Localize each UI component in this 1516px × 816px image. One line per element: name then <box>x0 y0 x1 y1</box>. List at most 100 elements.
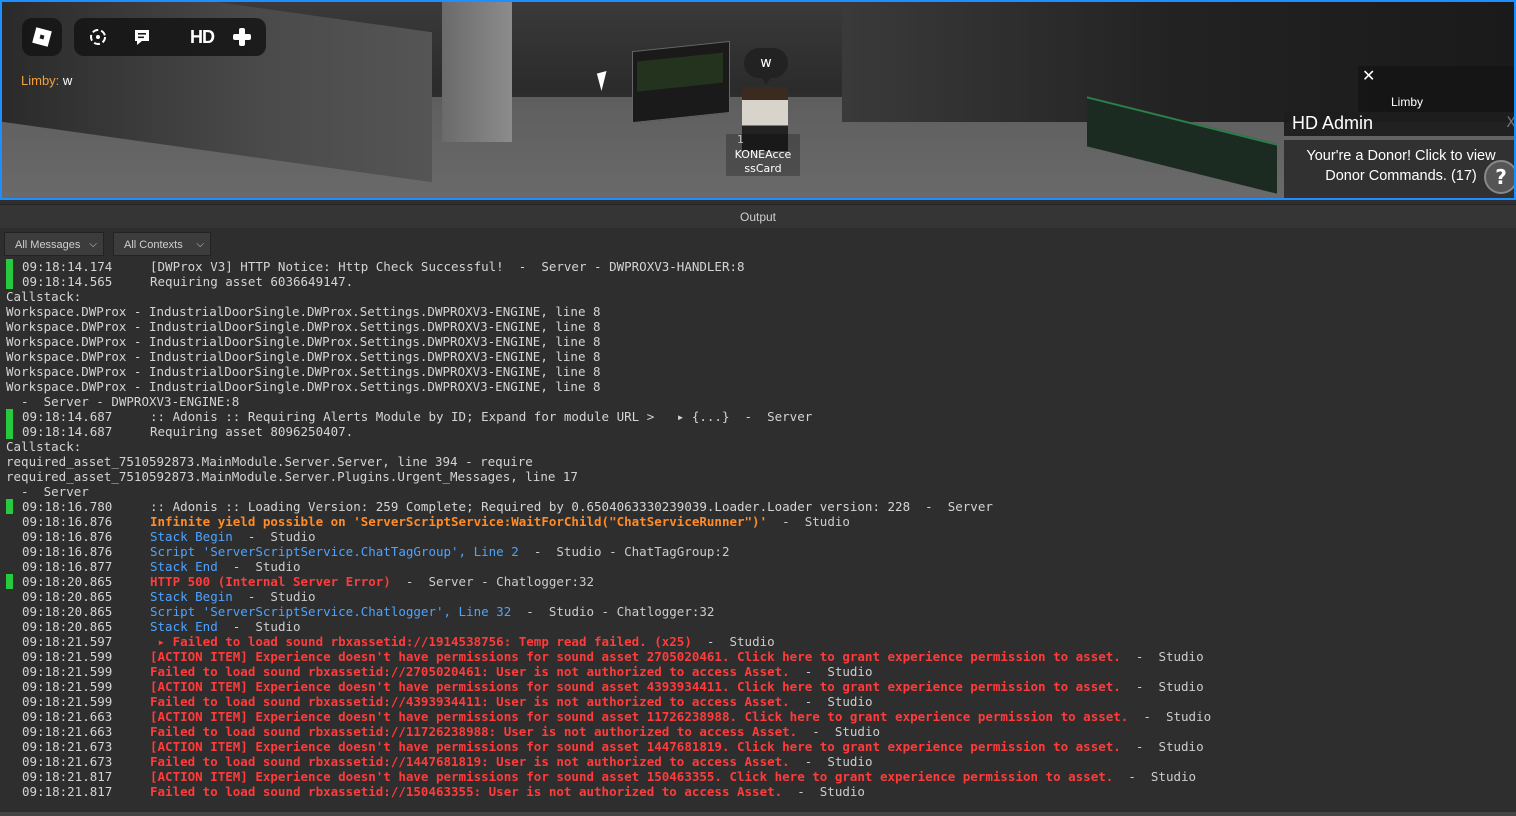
log-line[interactable]: 09:18:21.817 [ACTION ITEM] Experience doe… <box>22 769 1196 784</box>
context-filter-value: All Contexts <box>124 239 183 251</box>
log-line[interactable]: 09:18:20.865 Stack Begin - Studio <box>22 589 316 604</box>
log-context: - Studio <box>232 589 316 604</box>
log-message: Failed to load sound rbxassetid://270502… <box>150 664 790 679</box>
hd-admin-button[interactable]: HD <box>182 18 222 56</box>
chat-button[interactable] <box>122 18 162 56</box>
log-line[interactable]: 09:18:21.673 Failed to load sound rbxasse… <box>22 754 872 769</box>
log-context: - Studio <box>1113 769 1197 784</box>
log-message: HTTP 500 (Internal Server Error) <box>150 574 391 589</box>
log-message: Script 'ServerScriptService.ChatTagGroup… <box>150 544 519 559</box>
log-line[interactable]: 09:18:16.876 Script 'ServerScriptService.… <box>22 544 729 559</box>
log-timestamp: 09:18:14.687 <box>22 409 113 424</box>
log-line[interactable]: required_asset_7510592873.MainModule.Ser… <box>6 469 578 484</box>
log-line[interactable]: - Server - DWPROXV3-ENGINE:8 <box>6 394 239 409</box>
log-timestamp: 09:18:21.663 <box>22 724 113 739</box>
game-viewport[interactable]: w 1 KONEAccessCard HD Limby: w ✕ Limby H… <box>0 0 1516 200</box>
log-text: Callstack: <box>6 289 82 304</box>
log-timestamp: 09:18:21.817 <box>22 784 113 799</box>
log-timestamp: 09:18:21.599 <box>22 694 113 709</box>
log-line[interactable]: 09:18:20.865 HTTP 500 (Internal Server Er… <box>22 574 594 589</box>
log-line[interactable]: Callstack: <box>6 439 81 454</box>
log-line[interactable]: Workspace.DWProx - IndustrialDoorSingle.… <box>6 349 601 364</box>
log-context: - Studio <box>767 514 850 529</box>
roblox-menu-button[interactable] <box>22 18 62 56</box>
log-line[interactable]: Workspace.DWProx - IndustrialDoorSingle.… <box>6 304 601 319</box>
log-message: [ACTION ITEM] Experience doesn't have pe… <box>150 649 1121 664</box>
log-line[interactable]: 09:18:21.599 Failed to load sound rbxasse… <box>22 694 872 709</box>
log-line[interactable]: 09:18:14.687 Requiring asset 8096250407. <box>22 424 353 439</box>
log-line[interactable]: 09:18:16.876 Infinite yield possible on '… <box>22 514 850 529</box>
log-text: Workspace.DWProx - IndustrialDoorSingle.… <box>6 364 601 379</box>
message-filter-value: All Messages <box>15 239 81 251</box>
character-tag-text: KONEAccessCard <box>734 148 792 175</box>
output-log[interactable]: 09:18:14.174 [DWProx V3] HTTP Notice: Htt… <box>0 259 1516 812</box>
log-line[interactable]: 09:18:21.663 [ACTION ITEM] Experience doe… <box>22 709 1211 724</box>
log-timestamp: 09:18:21.817 <box>22 769 113 784</box>
log-line[interactable]: 09:18:14.687:: Adonis :: Requiring Alert… <box>22 409 812 424</box>
log-line[interactable]: 09:18:21.673 [ACTION ITEM] Experience doe… <box>22 739 1204 754</box>
chevron-down-icon: ⌵ <box>196 239 204 250</box>
log-message: Failed to load sound rbxassetid://144768… <box>150 754 790 769</box>
log-line[interactable]: 09:18:21.599 Failed to load sound rbxasse… <box>22 664 872 679</box>
log-timestamp: 09:18:16.876 <box>22 544 113 559</box>
notification-close-icon[interactable]: ✕ <box>1362 66 1375 85</box>
log-text: - Server - DWPROXV3-ENGINE:8 <box>6 394 240 409</box>
scene-pillar <box>442 2 512 142</box>
log-timestamp: 09:18:20.865 <box>22 619 113 634</box>
log-line[interactable]: 09:18:16.877 Stack End - Studio <box>22 559 301 574</box>
hd-admin-close-icon[interactable]: X <box>1506 115 1514 131</box>
log-line[interactable]: 09:18:16.780:: Adonis :: Loading Version… <box>22 499 993 514</box>
log-line[interactable]: 09:18:20.865 Stack End - Studio <box>22 619 301 634</box>
output-filter-bar: All Messages ⌵ All Contexts ⌵ <box>0 228 1516 258</box>
log-line[interactable]: 09:18:21.599 [ACTION ITEM] Experience doe… <box>22 649 1204 664</box>
output-scrollbar[interactable] <box>0 812 1516 816</box>
log-context: - Studio <box>797 724 881 739</box>
help-icon[interactable]: ? <box>1484 160 1514 194</box>
log-context: - Studio <box>1120 679 1204 694</box>
log-line[interactable]: 09:18:21.817 Failed to load sound rbxasse… <box>22 784 865 799</box>
log-timestamp: 09:18:16.780 <box>22 499 113 514</box>
log-line[interactable]: - Server <box>6 484 89 499</box>
speech-bubble: w <box>744 48 788 85</box>
log-line[interactable]: 09:18:21.599 [ACTION ITEM] Experience doe… <box>22 679 1204 694</box>
chat-message: Limby: w <box>21 73 72 88</box>
log-line[interactable]: 09:18:21.597 ▸ Failed to load sound rbxa… <box>22 634 775 649</box>
character-tag: KONEAccessCard <box>726 134 800 176</box>
log-line[interactable]: Workspace.DWProx - IndustrialDoorSingle.… <box>6 319 601 334</box>
log-line[interactable]: Callstack: <box>6 289 81 304</box>
log-context: - Studio <box>1128 709 1212 724</box>
log-message: Failed to load sound rbxassetid://150463… <box>150 784 783 799</box>
log-context: - Studio <box>789 754 873 769</box>
log-message: Stack End <box>150 559 218 574</box>
log-text: Workspace.DWProx - IndustrialDoorSingle.… <box>6 304 601 319</box>
log-message: [DWProx V3] HTTP Notice: Http Check Succ… <box>150 259 745 274</box>
capture-button[interactable] <box>78 18 118 56</box>
log-message: [ACTION ITEM] Experience doesn't have pe… <box>150 679 1121 694</box>
log-line[interactable]: 09:18:16.876 Stack Begin - Studio <box>22 529 316 544</box>
log-message: Requiring asset 8096250407. <box>150 424 354 439</box>
log-line[interactable]: required_asset_7510592873.MainModule.Ser… <box>6 454 533 469</box>
log-marker <box>6 274 13 289</box>
hd-admin-donor-message[interactable]: Your're a Donor! Click to view Donor Com… <box>1284 140 1514 198</box>
log-line[interactable]: Workspace.DWProx - IndustrialDoorSingle.… <box>6 364 601 379</box>
log-context: - Studio <box>232 529 316 544</box>
log-message: :: Adonis :: Requiring Alerts Module by … <box>150 409 813 424</box>
log-line[interactable]: 09:18:14.174 [DWProx V3] HTTP Notice: Htt… <box>22 259 745 274</box>
log-context: - Studio <box>217 619 301 634</box>
log-timestamp: 09:18:16.876 <box>22 514 113 529</box>
log-message: :: Adonis :: Loading Version: 259 Comple… <box>150 499 993 514</box>
log-line[interactable]: 09:18:21.663 Failed to load sound rbxasse… <box>22 724 880 739</box>
log-line[interactable]: 09:18:14.565 Requiring asset 6036649147. <box>22 274 353 289</box>
log-line[interactable]: Workspace.DWProx - IndustrialDoorSingle.… <box>6 334 601 349</box>
log-line[interactable]: Workspace.DWProx - IndustrialDoorSingle.… <box>6 379 601 394</box>
log-timestamp: 09:18:21.663 <box>22 709 113 724</box>
message-filter-dropdown[interactable]: All Messages ⌵ <box>4 232 104 256</box>
plus-button[interactable] <box>222 18 262 56</box>
log-line[interactable]: 09:18:20.865 Script 'ServerScriptService.… <box>22 604 714 619</box>
hd-admin-icon: HD <box>190 26 215 47</box>
plus-icon <box>233 28 251 46</box>
context-filter-dropdown[interactable]: All Contexts ⌵ <box>113 232 211 256</box>
hd-admin-title-bar: HD Admin X <box>1284 112 1514 136</box>
log-message: Infinite yield possible on 'ServerScript… <box>150 514 768 529</box>
hd-admin-panel[interactable]: HD Admin X Your're a Donor! Click to vie… <box>1284 112 1514 198</box>
